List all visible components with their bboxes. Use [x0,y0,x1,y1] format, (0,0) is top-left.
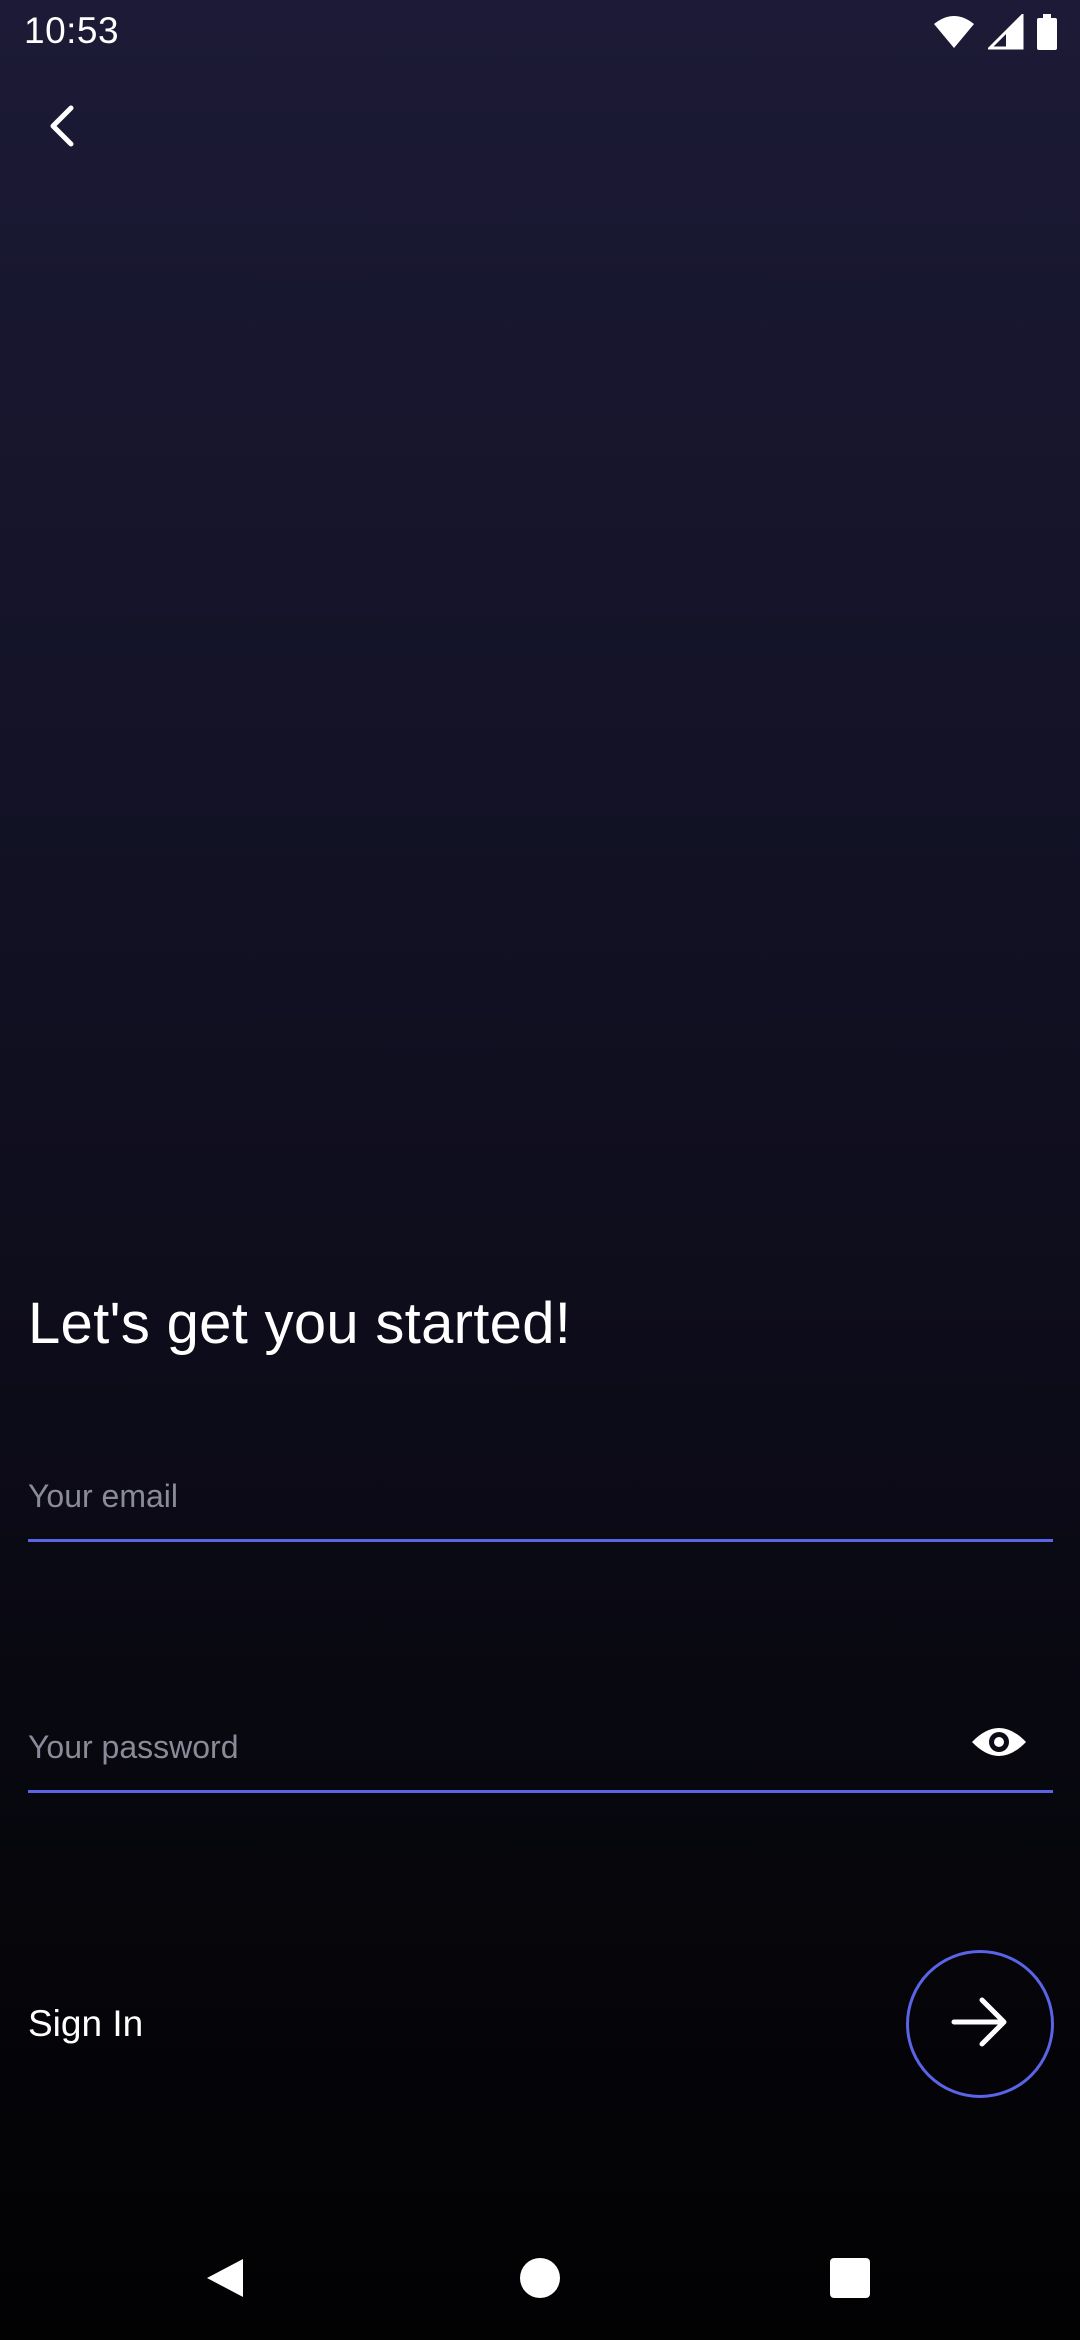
system-nav-bar [0,2220,1080,2340]
status-icons [932,14,1058,50]
password-visibility-toggle[interactable] [969,1719,1029,1769]
nav-recents-button[interactable] [820,2250,880,2310]
password-field[interactable] [28,1722,928,1772]
battery-icon [1036,14,1058,50]
status-bar: 10:53 [0,0,1080,66]
chevron-left-icon [47,104,77,153]
nav-home-button[interactable] [510,2250,570,2310]
recents-square-icon [828,2256,872,2305]
nav-back-button[interactable] [196,2250,256,2310]
arrow-right-icon [950,1994,1010,2055]
home-circle-icon [518,2256,562,2305]
signin-label: Sign In [28,2003,144,2044]
back-button[interactable] [32,98,92,158]
status-time: 10:53 [24,10,120,51]
cellular-signal-icon [988,14,1024,50]
eye-icon [970,1722,1028,1767]
back-triangle-icon [203,2255,249,2306]
password-field-container[interactable] [28,1713,1053,1793]
email-field-container[interactable] [28,1462,1053,1542]
signin-submit-button[interactable] [906,1950,1054,2098]
wifi-icon [932,14,976,50]
page-title: Let's get you started! [28,1291,572,1356]
email-field[interactable] [28,1471,928,1521]
